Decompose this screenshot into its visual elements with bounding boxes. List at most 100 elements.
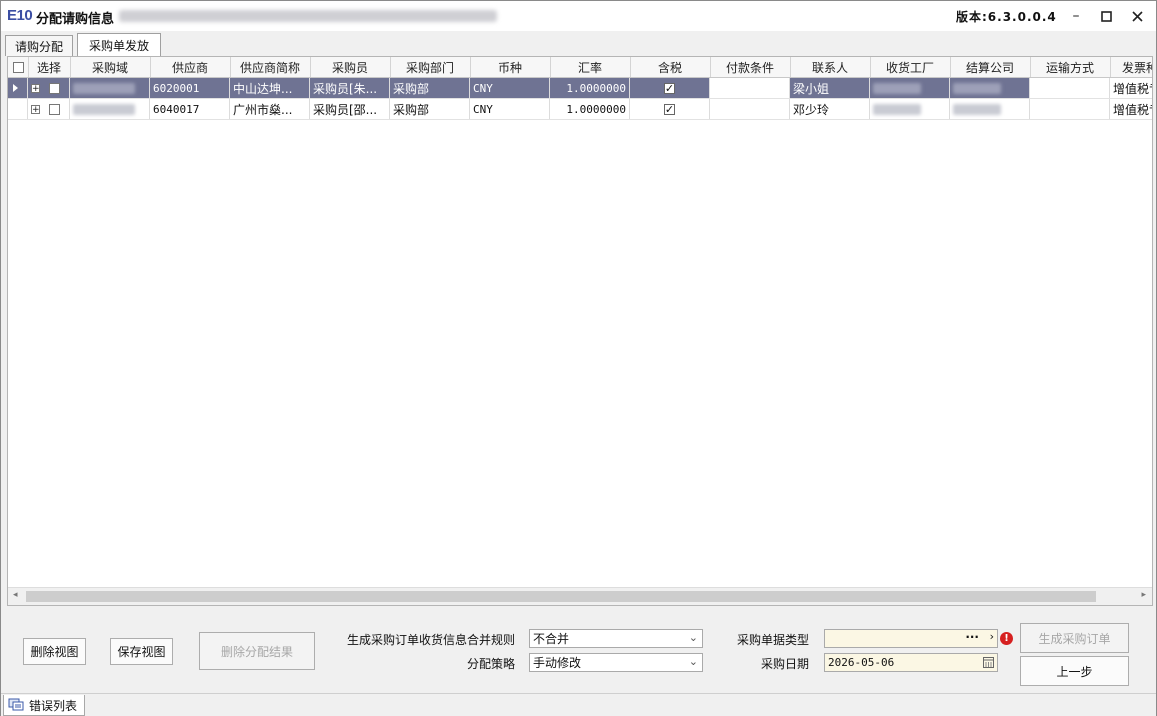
save-view-button[interactable]: 保存视图	[110, 638, 173, 665]
chevron-down-icon[interactable]: ⌄	[689, 631, 698, 644]
strategy-select[interactable]: 手动修改 ⌄	[529, 653, 703, 672]
row-indicator-cell	[8, 99, 28, 119]
merge-rule-value: 不合并	[533, 632, 570, 646]
cell-supplier-short: 广州市燊...	[230, 99, 310, 119]
col-receiving-plant[interactable]: 收货工厂	[870, 57, 951, 77]
cell-rate: 1.0000000	[550, 99, 630, 119]
strategy-value: 手动修改	[533, 656, 582, 670]
delete-allocation-result-button[interactable]: 删除分配结果	[199, 632, 315, 670]
grid-header: 选择 采购域 供应商 供应商简称 采购员 采购部门 币种 汇率 含税 付款条件 …	[8, 57, 1152, 78]
cell-payment-terms	[710, 99, 790, 119]
ellipsis-icon[interactable]: ···	[965, 630, 979, 644]
row-select-cell: +	[28, 99, 70, 119]
col-supplier-short[interactable]: 供应商简称	[230, 57, 311, 77]
doc-type-label: 采购单据类型	[737, 633, 810, 647]
window-title: 分配请购信息	[36, 12, 115, 27]
cell-purchase-domain	[70, 99, 150, 119]
cell-settlement-company	[950, 78, 1030, 98]
merge-rule-label: 生成采购订单收货信息合并规则	[347, 633, 516, 647]
col-transport[interactable]: 运输方式	[1030, 57, 1111, 77]
tax-checkbox[interactable]: ✓	[664, 82, 675, 94]
po-grid: 选择 采购域 供应商 供应商简称 采购员 采购部门 币种 汇率 含税 付款条件 …	[7, 56, 1153, 606]
date-field[interactable]: 2026-05-06	[824, 653, 998, 672]
col-settlement-company[interactable]: 结算公司	[950, 57, 1031, 77]
cell-receiving-plant	[870, 78, 950, 98]
error-list-tab[interactable]: 错误列表	[3, 695, 85, 716]
error-list-icon	[8, 697, 24, 714]
cell-transport	[1030, 78, 1110, 98]
tab-request-allocation[interactable]: 请购分配	[5, 35, 73, 56]
scrollbar-thumb[interactable]	[26, 591, 1096, 602]
date-value: 2026-05-06	[828, 656, 895, 669]
previous-step-button[interactable]: 上一步	[1020, 656, 1129, 686]
table-row[interactable]: + 6020001 中山达坤... 采购员[朱... 采购部 CNY 1.000…	[8, 78, 1152, 99]
cell-purchase-domain	[70, 78, 150, 98]
table-row[interactable]: + 6040017 广州市燊... 采购员[邵... 采购部 CNY 1.000…	[8, 99, 1152, 120]
strategy-label: 分配策略	[467, 657, 516, 671]
cell-receiving-plant	[870, 99, 950, 119]
col-dept[interactable]: 采购部门	[390, 57, 471, 77]
cell-contact: 梁小姐	[790, 78, 870, 98]
cell-tax-included[interactable]: ✓	[630, 99, 710, 119]
error-list-label: 错误列表	[29, 698, 78, 713]
row-checkbox[interactable]	[49, 103, 60, 115]
cell-contact: 邓少玲	[790, 99, 870, 119]
version-label: 版本:6.3.0.0.4	[956, 10, 1057, 24]
delete-view-button[interactable]: 删除视图	[23, 638, 86, 665]
date-label: 采购日期	[761, 657, 810, 671]
chevron-right-icon[interactable]: ›	[990, 630, 994, 643]
col-rate[interactable]: 汇率	[550, 57, 631, 77]
cell-buyer: 采购员[朱...	[310, 78, 390, 98]
horizontal-scrollbar[interactable]: ◂ ▸	[8, 587, 1152, 605]
cell-currency: CNY	[470, 78, 550, 98]
cell-transport	[1030, 99, 1110, 119]
tax-checkbox[interactable]: ✓	[664, 103, 675, 115]
cell-dept: 采购部	[390, 99, 470, 119]
calendar-icon[interactable]	[983, 656, 994, 671]
row-select-cell: +	[28, 78, 70, 98]
col-tax-included[interactable]: 含税	[630, 57, 711, 77]
col-invoice-type[interactable]: 发票种类	[1110, 57, 1152, 77]
cell-payment-terms	[710, 78, 790, 98]
cell-invoice-type: 增值税专用	[1110, 78, 1152, 98]
tab-strip: 请购分配 采购单发放	[1, 33, 1156, 56]
expand-icon[interactable]: +	[31, 104, 40, 114]
title-redacted-info	[119, 10, 497, 22]
cell-dept: 采购部	[390, 78, 470, 98]
generate-po-button[interactable]: 生成采购订单	[1020, 623, 1129, 653]
cell-supplier-short: 中山达坤...	[230, 78, 310, 98]
doc-type-field[interactable]: ··· ›	[824, 629, 998, 648]
row-checkbox[interactable]	[49, 82, 60, 94]
main-window: E10 分配请购信息 版本:6.3.0.0.4 – 请购分配 采购单发放 选择 …	[0, 0, 1157, 716]
title-bar: E10 分配请购信息 版本:6.3.0.0.4 –	[1, 1, 1156, 31]
row-indicator-icon	[8, 78, 28, 98]
select-all-checkbox[interactable]	[8, 57, 29, 77]
cell-buyer: 采购员[邵...	[310, 99, 390, 119]
close-icon[interactable]	[1126, 6, 1148, 26]
col-supplier[interactable]: 供应商	[150, 57, 231, 77]
scroll-left-icon[interactable]: ◂	[13, 590, 18, 600]
merge-rule-select[interactable]: 不合并 ⌄	[529, 629, 703, 648]
col-buyer[interactable]: 采购员	[310, 57, 391, 77]
cell-currency: CNY	[470, 99, 550, 119]
error-list-bar: 错误列表	[1, 693, 1156, 716]
expand-icon[interactable]: +	[31, 83, 40, 93]
error-icon[interactable]: !	[1000, 632, 1013, 645]
app-logo: E10	[7, 7, 33, 24]
cell-supplier: 6040017	[150, 99, 230, 119]
col-purchase-domain[interactable]: 采购域	[70, 57, 151, 77]
scroll-right-icon[interactable]: ▸	[1141, 590, 1146, 600]
cell-invoice-type: 增值税专用	[1110, 99, 1152, 119]
cell-settlement-company	[950, 99, 1030, 119]
col-select[interactable]: 选择	[28, 57, 71, 77]
maximize-icon[interactable]	[1095, 6, 1117, 26]
col-currency[interactable]: 币种	[470, 57, 551, 77]
col-payment-terms[interactable]: 付款条件	[710, 57, 791, 77]
col-contact[interactable]: 联系人	[790, 57, 871, 77]
minimize-icon[interactable]: –	[1065, 6, 1087, 26]
cell-tax-included[interactable]: ✓	[630, 78, 710, 98]
chevron-down-icon[interactable]: ⌄	[689, 655, 698, 668]
cell-rate: 1.0000000	[550, 78, 630, 98]
tab-po-release[interactable]: 采购单发放	[77, 33, 161, 56]
cell-supplier: 6020001	[150, 78, 230, 98]
